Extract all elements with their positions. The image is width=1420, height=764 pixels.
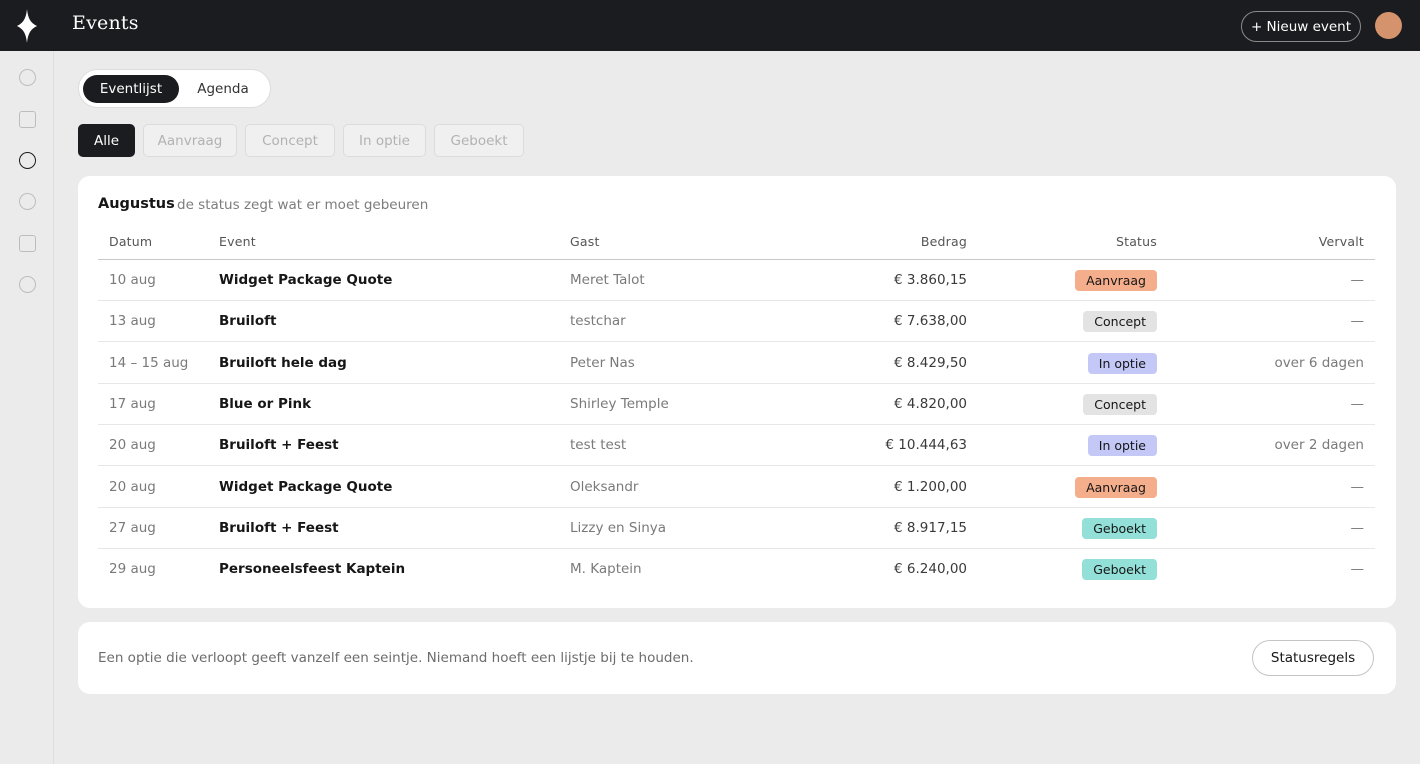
column-header-bedrag[interactable]: Bedrag xyxy=(921,234,967,249)
cell-expires: — xyxy=(1350,519,1365,536)
status-badge: Concept xyxy=(1083,393,1157,415)
filter-in-optie[interactable]: In optie xyxy=(343,124,426,157)
table-row[interactable]: 20 aug Bruiloft + Feest test test € 10.444,… xyxy=(98,425,1375,467)
filter-aanvraag[interactable]: Aanvraag xyxy=(143,124,237,157)
cell-guest: Peter Nas xyxy=(570,354,635,371)
cell-amount: € 8.917,15 xyxy=(894,519,967,536)
column-header-status[interactable]: Status xyxy=(1116,234,1157,249)
cell-expires: — xyxy=(1350,561,1365,578)
cell-amount: € 1.200,00 xyxy=(894,478,967,495)
cell-amount: € 6.240,00 xyxy=(894,561,967,578)
table-row[interactable]: 10 aug Widget Package Quote Meret Talot € 3… xyxy=(98,260,1375,301)
cell-amount: € 3.860,15 xyxy=(894,272,967,288)
info-text: Een optie die verloopt geeft vanzelf een… xyxy=(98,650,694,666)
table-row[interactable]: 17 aug Blue or Pink Shirley Temple € 4.820,… xyxy=(98,384,1375,425)
cell-event: Widget Package Quote xyxy=(219,478,393,495)
cell-event: Widget Package Quote xyxy=(219,272,393,288)
cell-date: 13 aug xyxy=(109,313,156,330)
status-badge: In optie xyxy=(1087,352,1157,374)
status-badge: Concept xyxy=(1083,311,1157,333)
tab-eventlijst[interactable]: Eventlijst xyxy=(83,75,179,103)
filter-concept[interactable]: Concept xyxy=(245,124,335,157)
nav-item-6-circle-icon[interactable] xyxy=(19,276,36,293)
table-row[interactable]: 13 aug Bruiloft testchar € 7.638,00 Concept — xyxy=(98,301,1375,343)
table-header: Datum Event Gast Bedrag Status Vervalt xyxy=(98,232,1375,260)
nav-item-5-square-icon[interactable] xyxy=(19,235,36,252)
info-card: Een optie die verloopt geeft vanzelf een… xyxy=(78,622,1396,694)
cell-expires: — xyxy=(1350,272,1365,288)
status-badge: Aanvraag xyxy=(1075,270,1157,291)
cell-date: 29 aug xyxy=(109,561,156,578)
table-row[interactable]: 20 aug Widget Package Quote Oleksandr € 1.2… xyxy=(98,467,1375,508)
cell-expires: over 2 dagen xyxy=(1274,437,1364,454)
avatar[interactable] xyxy=(1375,12,1402,39)
cell-event: Bruiloft xyxy=(219,313,277,330)
cell-guest: testchar xyxy=(570,313,626,330)
cell-date: 20 aug xyxy=(109,437,156,454)
new-event-button[interactable]: + Nieuw event xyxy=(1241,11,1361,42)
cell-expires: — xyxy=(1350,313,1365,330)
tab-agenda[interactable]: Agenda xyxy=(183,75,263,103)
month-subtitle: de status zegt wat er moet gebeuren xyxy=(177,197,429,213)
sidebar xyxy=(0,0,54,764)
cell-date: 10 aug xyxy=(109,272,156,288)
nav-item-4-circle-icon[interactable] xyxy=(19,193,36,210)
top-bar: Events + Nieuw event xyxy=(54,0,1420,51)
table-row[interactable]: 27 aug Bruiloft + Feest Lizzy en Sinya € 8.… xyxy=(98,508,1375,549)
status-badge: Geboekt xyxy=(1082,559,1157,581)
cell-amount: € 8.429,50 xyxy=(894,354,967,371)
nav-item-2-square-icon[interactable] xyxy=(19,111,36,128)
column-header-gast[interactable]: Gast xyxy=(570,234,600,249)
nav-item-1-circle-icon[interactable] xyxy=(19,69,36,86)
status-rules-button[interactable]: Statusregels xyxy=(1252,640,1374,676)
filter-geboekt[interactable]: Geboekt xyxy=(434,124,524,157)
column-header-vervalt[interactable]: Vervalt xyxy=(1319,234,1364,249)
cell-guest: test test xyxy=(570,437,627,454)
cell-event: Blue or Pink xyxy=(219,395,312,412)
cell-expires: — xyxy=(1350,478,1365,495)
cell-date: 20 aug xyxy=(109,478,156,495)
status-badge: Geboekt xyxy=(1082,517,1157,539)
diamond-star-logo-icon xyxy=(17,8,37,43)
logo[interactable] xyxy=(0,0,54,51)
month-title: Augustus xyxy=(98,196,175,212)
status-badge: Aanvraag xyxy=(1075,476,1157,498)
nav-item-3-circle-icon[interactable] xyxy=(19,152,36,169)
cell-event: Personeelsfeest Kaptein xyxy=(219,561,406,578)
cell-date: 14 – 15 aug xyxy=(109,354,189,371)
status-badge: In optie xyxy=(1087,435,1157,457)
cell-guest: Shirley Temple xyxy=(570,395,669,412)
table-row[interactable]: 29 aug Personeelsfeest Kaptein M. Kaptein €… xyxy=(98,549,1375,590)
cell-guest: M. Kaptein xyxy=(570,561,642,578)
page-title: Events xyxy=(72,12,139,34)
cell-expires: — xyxy=(1350,395,1365,412)
column-header-event[interactable]: Event xyxy=(219,234,256,249)
cell-event: Bruiloft hele dag xyxy=(219,354,347,371)
cell-amount: € 10.444,63 xyxy=(885,437,967,454)
column-header-datum[interactable]: Datum xyxy=(109,234,152,249)
cell-guest: Lizzy en Sinya xyxy=(570,519,667,536)
cell-guest: Meret Talot xyxy=(570,272,645,288)
events-card: Augustus de status zegt wat er moet gebe… xyxy=(78,176,1396,608)
cell-guest: Oleksandr xyxy=(570,478,639,495)
cell-event: Bruiloft + Feest xyxy=(219,437,339,454)
cell-amount: € 4.820,00 xyxy=(894,395,967,412)
cell-amount: € 7.638,00 xyxy=(894,313,967,330)
table-row[interactable]: 14 – 15 aug Bruiloft hele dag Peter Nas € 8… xyxy=(98,343,1375,384)
cell-date: 17 aug xyxy=(109,395,156,412)
view-toggle: Eventlijst Agenda xyxy=(78,69,271,108)
cell-expires: over 6 dagen xyxy=(1274,354,1364,371)
cell-event: Bruiloft + Feest xyxy=(219,519,339,536)
cell-date: 27 aug xyxy=(109,519,156,536)
filter-alle[interactable]: Alle xyxy=(78,124,135,157)
